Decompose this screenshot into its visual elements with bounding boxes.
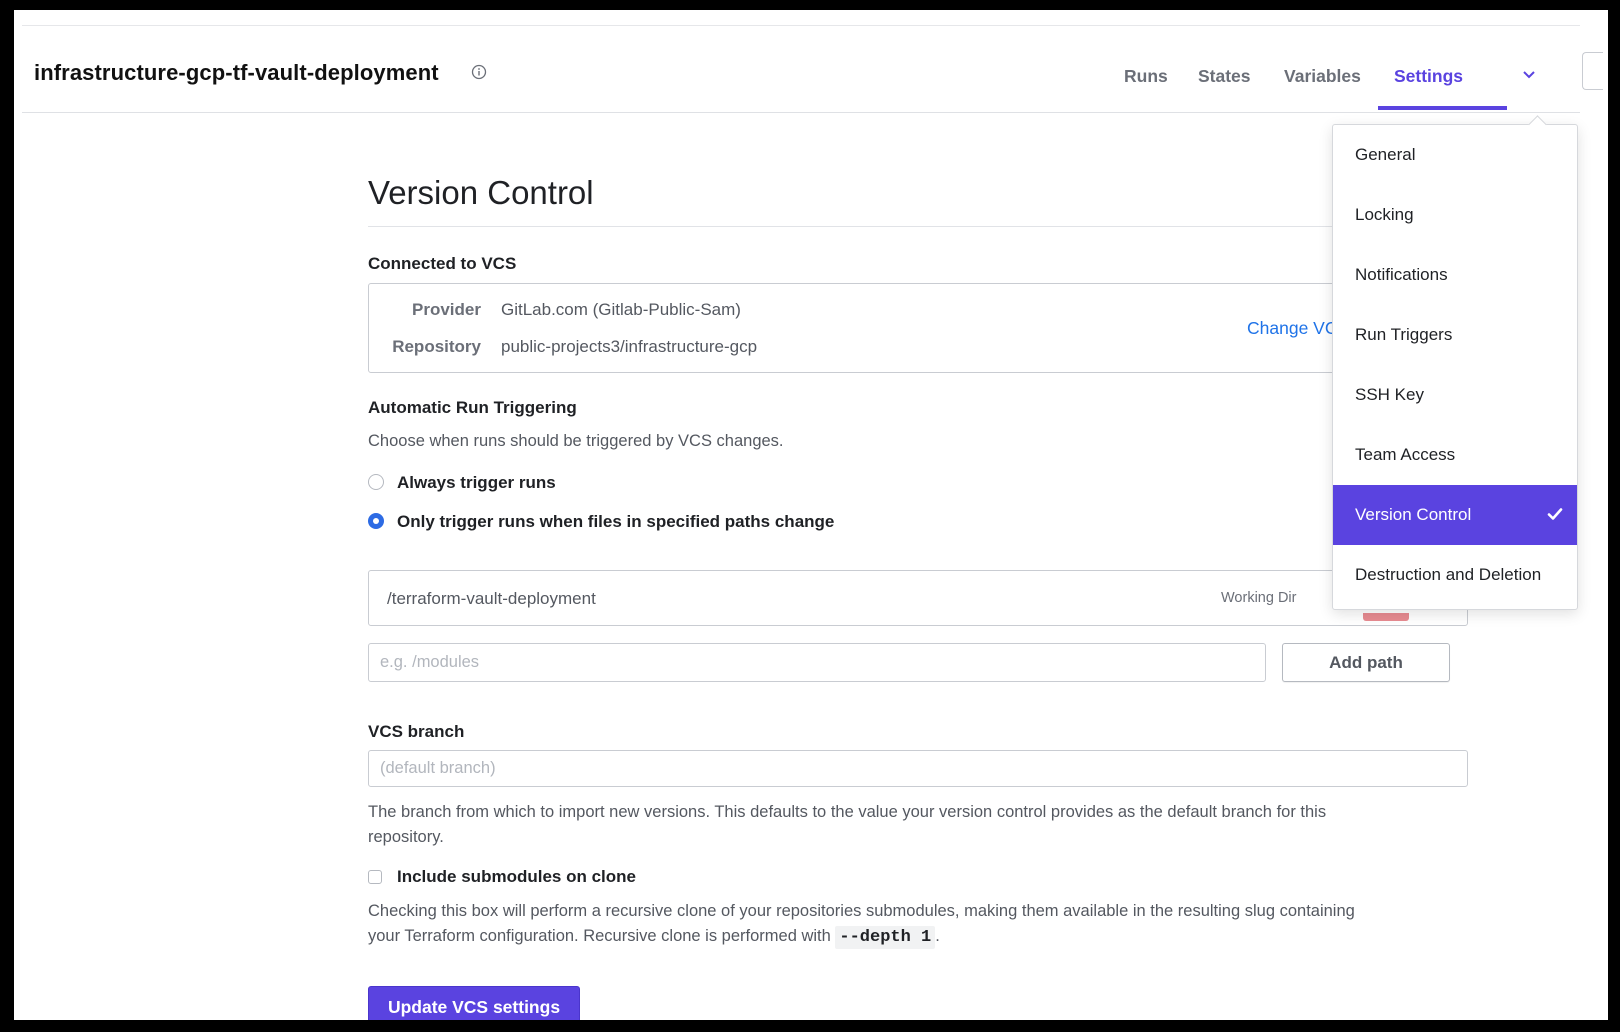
trigger-path-value: /terraform-vault-deployment [387, 589, 596, 608]
check-icon [1547, 508, 1563, 520]
nav-runs[interactable]: Runs [1124, 66, 1168, 87]
submodules-help-prefix: your Terraform configuration. Recursive … [368, 927, 831, 945]
info-icon[interactable] [471, 64, 487, 80]
radio-path-trigger[interactable]: Only trigger runs when files in specifie… [368, 512, 928, 534]
submodules-checkbox[interactable] [368, 870, 382, 884]
trigger-section-label: Automatic Run Triggering [368, 398, 577, 417]
radio-always-label: Always trigger runs [397, 473, 556, 492]
repository-key: Repository [392, 337, 481, 356]
vcs-branch-label: VCS branch [368, 722, 465, 741]
menu-item-ssh-key[interactable]: SSH Key [1333, 365, 1577, 425]
app-window: infrastructure-gcp-tf-vault-deployment R… [14, 10, 1608, 1020]
submodules-help-line-1: Checking this box will perform a recursi… [368, 902, 1355, 920]
overflow-button[interactable] [1582, 52, 1603, 90]
vcs-branch-input[interactable] [368, 750, 1468, 787]
connected-vcs-label: Connected to VCS [368, 254, 517, 273]
nav-states[interactable]: States [1198, 66, 1251, 87]
path-input[interactable] [368, 643, 1266, 682]
provider-key: Provider [412, 300, 481, 319]
radio-path-control[interactable] [368, 513, 384, 529]
menu-item-locking[interactable]: Locking [1333, 185, 1577, 245]
radio-path-label: Only trigger runs when files in specifie… [397, 512, 835, 531]
menu-item-version-control[interactable]: Version Control [1333, 485, 1577, 545]
title-divider [368, 226, 1472, 227]
provider-value: GitLab.com (Gitlab-Public-Sam) [501, 300, 741, 319]
branch-help-line-2: repository. [368, 828, 444, 846]
radio-always-control[interactable] [368, 474, 384, 490]
repository-value: public-projects3/infrastructure-gcp [501, 337, 758, 356]
chevron-down-icon[interactable] [1522, 70, 1536, 80]
menu-item-run-triggers[interactable]: Run Triggers [1333, 305, 1577, 365]
branch-help-line-1: The branch from which to import new vers… [368, 803, 1327, 821]
submodules-help: Checking this box will perform a recursi… [368, 899, 1472, 950]
update-vcs-settings-button[interactable]: Update VCS settings [368, 986, 580, 1020]
menu-item-destruction[interactable]: Destruction and Deletion [1333, 545, 1577, 605]
page-title: Version Control [368, 174, 594, 211]
depth-code: --depth 1 [835, 926, 936, 949]
menu-item-version-control-label: Version Control [1355, 505, 1472, 524]
nav-settings[interactable]: Settings [1394, 66, 1463, 87]
radio-always-trigger[interactable]: Always trigger runs [368, 473, 668, 495]
workspace-header: infrastructure-gcp-tf-vault-deployment R… [22, 26, 1603, 113]
submodules-help-line-2: your Terraform configuration. Recursive … [368, 924, 1472, 950]
vcs-connection-panel: Provider GitLab.com (Gitlab-Public-Sam) … [368, 283, 1470, 373]
working-dir-tag: Working Dir [1221, 590, 1297, 606]
vcs-branch-help: The branch from which to import new vers… [368, 800, 1468, 850]
submodules-label: Include submodules on clone [397, 867, 636, 886]
trigger-path-item: /terraform-vault-deployment Working Dir [368, 570, 1468, 626]
change-vcs-link[interactable]: Change VC [1247, 318, 1337, 339]
menu-item-general[interactable]: General [1333, 125, 1577, 185]
menu-item-team-access[interactable]: Team Access [1333, 425, 1577, 485]
trigger-description: Choose when runs should be triggered by … [368, 432, 784, 450]
nav-variables[interactable]: Variables [1284, 66, 1361, 87]
menu-item-notifications[interactable]: Notifications [1333, 245, 1577, 305]
settings-dropdown-menu: General Locking Notifications Run Trigge… [1332, 115, 1578, 610]
submodules-checkbox-row[interactable]: Include submodules on clone [368, 867, 668, 889]
add-path-button[interactable]: Add path [1282, 643, 1450, 682]
active-tab-indicator [1378, 106, 1507, 110]
remove-path-button[interactable] [1363, 613, 1409, 621]
workspace-title: infrastructure-gcp-tf-vault-deployment [34, 60, 439, 85]
submodules-help-suffix: . [935, 927, 940, 945]
